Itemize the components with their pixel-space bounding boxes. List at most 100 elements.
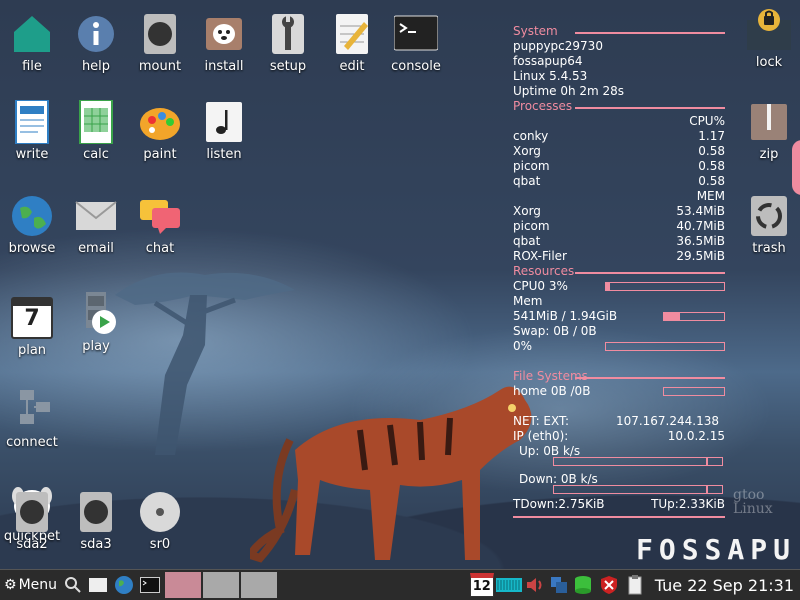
setup-desktop-icon[interactable]: setup — [256, 12, 320, 74]
trash-desktop-icon[interactable]: trash — [737, 194, 800, 256]
mem-usage-value: 541MiB / 1.94GiB — [513, 309, 618, 323]
help-desktop-icon[interactable]: help — [64, 12, 128, 74]
search-icon[interactable] — [61, 571, 85, 599]
workspace-3[interactable] — [241, 572, 278, 598]
firewall-shield-icon[interactable] — [595, 571, 623, 599]
workspace-1[interactable] — [165, 572, 202, 598]
drive-icon — [74, 490, 118, 534]
clock[interactable]: Tue 22 Sep 21:31 — [647, 571, 800, 599]
file-desktop-icon[interactable]: file — [0, 12, 64, 74]
process-row: qbat 0.58 — [513, 174, 725, 188]
uptime: Uptime 0h 2m 28s — [513, 84, 625, 98]
browse-label: browse — [8, 241, 56, 256]
sda3-desktop-icon[interactable]: sda3 — [64, 490, 128, 552]
wallpaper-watermark: gtoo Linux — [733, 487, 773, 517]
connect-desktop-icon[interactable]: connect — [0, 388, 64, 450]
listen-desktop-icon[interactable]: listen — [192, 100, 256, 162]
package-dog-icon — [202, 12, 246, 56]
desktop-edge-widget — [792, 140, 800, 195]
mem-usage-row: 541MiB / 1.94GiB — [513, 309, 725, 324]
workspace-2[interactable] — [203, 572, 240, 598]
drive-icon — [138, 12, 182, 56]
volume-icon[interactable] — [523, 571, 547, 599]
clipboard-icon[interactable] — [623, 571, 647, 599]
play-label: play — [82, 339, 110, 354]
network-activity-icon[interactable] — [495, 571, 523, 599]
cpu-header: CPU% — [689, 114, 725, 128]
local-ip-value: 10.0.2.15 — [667, 429, 725, 443]
optical-disc-icon — [138, 490, 182, 534]
home-fs-usage: home 0B /0B — [513, 384, 591, 398]
distro: fossapup64 — [513, 54, 583, 68]
email-desktop-icon[interactable]: email — [64, 194, 128, 256]
process-row: conky 1.17 — [513, 129, 725, 143]
conky-monitor: System puppypc29730 fossapup64 Linux 5.4… — [513, 24, 725, 518]
chat-desktop-icon[interactable]: chat — [128, 194, 192, 256]
wrench-icon — [266, 12, 310, 56]
home-fs-bar — [663, 387, 725, 396]
console-desktop-icon[interactable]: console — [384, 12, 448, 74]
play-desktop-icon[interactable]: play — [64, 292, 128, 354]
process-row: Xorg 0.58 — [513, 144, 725, 158]
cpu-usage-row: CPU0 3% — [513, 279, 725, 294]
storage-icon[interactable] — [571, 571, 595, 599]
lock-desktop-icon[interactable]: lock — [737, 8, 800, 70]
process-row: picom 0.58 — [513, 159, 725, 173]
calc-desktop-icon[interactable]: calc — [64, 99, 128, 162]
cpu-usage-bar — [605, 282, 725, 291]
local-ip-label: IP (eth0): — [513, 429, 569, 443]
write-label: write — [15, 147, 49, 162]
sda2-desktop-icon[interactable]: sda2 — [0, 490, 64, 552]
home-fs-row: home 0B /0B — [513, 384, 725, 399]
menu-icon: ⚙ — [4, 577, 17, 593]
trash-label: trash — [752, 241, 786, 256]
windows-icon[interactable] — [547, 571, 571, 599]
envelope-icon — [74, 194, 118, 238]
system-heading: System — [513, 24, 725, 39]
network-icon — [10, 388, 54, 432]
padlock-icon — [747, 8, 791, 52]
sda2-label: sda2 — [16, 537, 48, 552]
total-download: TDown:2.75KiB — [513, 497, 605, 511]
calendar-icon: 7 — [10, 296, 54, 340]
mem-label: Mem — [513, 294, 543, 308]
hostname: puppypc29730 — [513, 39, 603, 53]
process-row: ROX-Filer 29.5MiB — [513, 249, 725, 263]
globe-icon — [10, 194, 54, 238]
totals-row: TDown:2.75KiB TUp:2.33KiB — [513, 497, 725, 512]
console-label: console — [391, 59, 441, 74]
browser-globe-icon[interactable] — [111, 571, 137, 599]
paint-desktop-icon[interactable]: paint — [128, 100, 192, 162]
cpu-usage-label: CPU0 3% — [513, 279, 568, 293]
mount-desktop-icon[interactable]: mount — [128, 12, 192, 74]
process-row: Xorg 53.4MiB — [513, 204, 725, 218]
download-graph — [553, 485, 723, 494]
music-note-icon — [202, 100, 246, 144]
sr0-label: sr0 — [149, 537, 171, 552]
menu-button[interactable]: ⚙ Menu — [0, 571, 61, 599]
brand-logo: FOSSAPU — [635, 533, 796, 566]
total-upload: TUp:2.33KiB — [651, 497, 725, 511]
drive-icon — [10, 490, 54, 534]
conky-footer-rule — [513, 516, 725, 518]
edit-desktop-icon[interactable]: edit — [320, 12, 384, 74]
kernel: Linux 5.4.53 — [513, 69, 588, 83]
archive-bag-icon — [747, 100, 791, 144]
email-label: email — [78, 241, 114, 256]
install-desktop-icon[interactable]: install — [192, 12, 256, 74]
process-row: qbat 36.5MiB — [513, 234, 725, 248]
write-desktop-icon[interactable]: write — [0, 99, 64, 162]
listen-label: listen — [206, 147, 242, 162]
sda3-label: sda3 — [80, 537, 112, 552]
sr0-desktop-icon[interactable]: sr0 — [128, 490, 192, 552]
file-label: file — [22, 59, 42, 74]
zip-label: zip — [759, 147, 779, 162]
calendar-tray-icon[interactable]: 12 — [469, 571, 495, 599]
plan-desktop-icon[interactable]: 7 plan — [0, 296, 64, 358]
local-ip-row: IP (eth0): 10.0.2.15 — [513, 429, 725, 444]
browse-desktop-icon[interactable]: browse — [0, 194, 64, 256]
file-manager-icon[interactable] — [85, 571, 111, 599]
terminal-icon[interactable] — [137, 571, 163, 599]
zip-desktop-icon[interactable]: zip — [737, 100, 800, 162]
swap-label: Swap: 0B / 0B — [513, 324, 597, 338]
